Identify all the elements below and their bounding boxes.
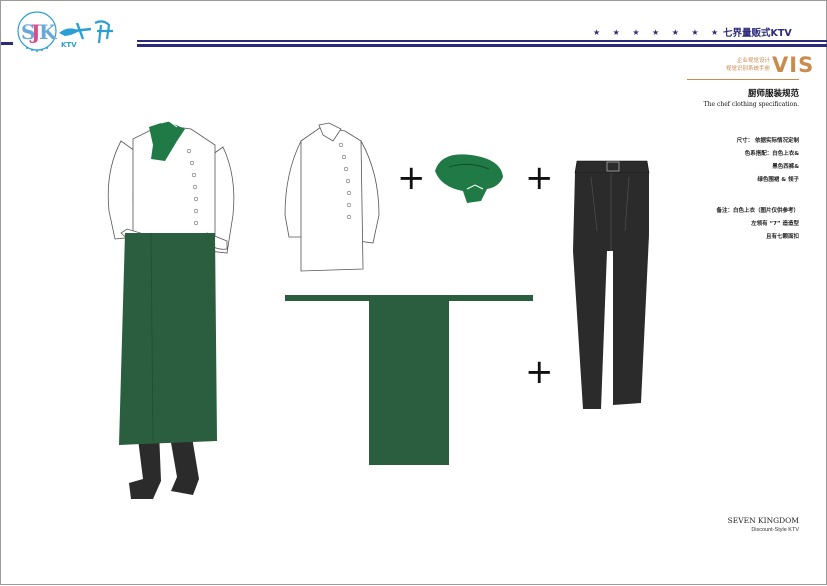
plus-sign-3: +: [525, 352, 554, 392]
chef-figure: [107, 120, 235, 499]
uniform-illustration: [107, 120, 650, 499]
white-jacket: [284, 122, 380, 272]
plus-sign-1: +: [397, 158, 426, 198]
footer-subtitle: Discount-Style KTV: [751, 527, 799, 533]
page-frame: S J K KTV ★★★★★★★ 七界量贩式KTV 企业视觉设计 视觉识别系统…: [0, 0, 827, 585]
black-trousers: [573, 160, 650, 409]
green-collar: [435, 154, 503, 203]
plus-sign-2: +: [525, 158, 554, 198]
footer-title: SEVEN KINGDOM: [727, 516, 799, 525]
apron-flat: [285, 295, 533, 465]
